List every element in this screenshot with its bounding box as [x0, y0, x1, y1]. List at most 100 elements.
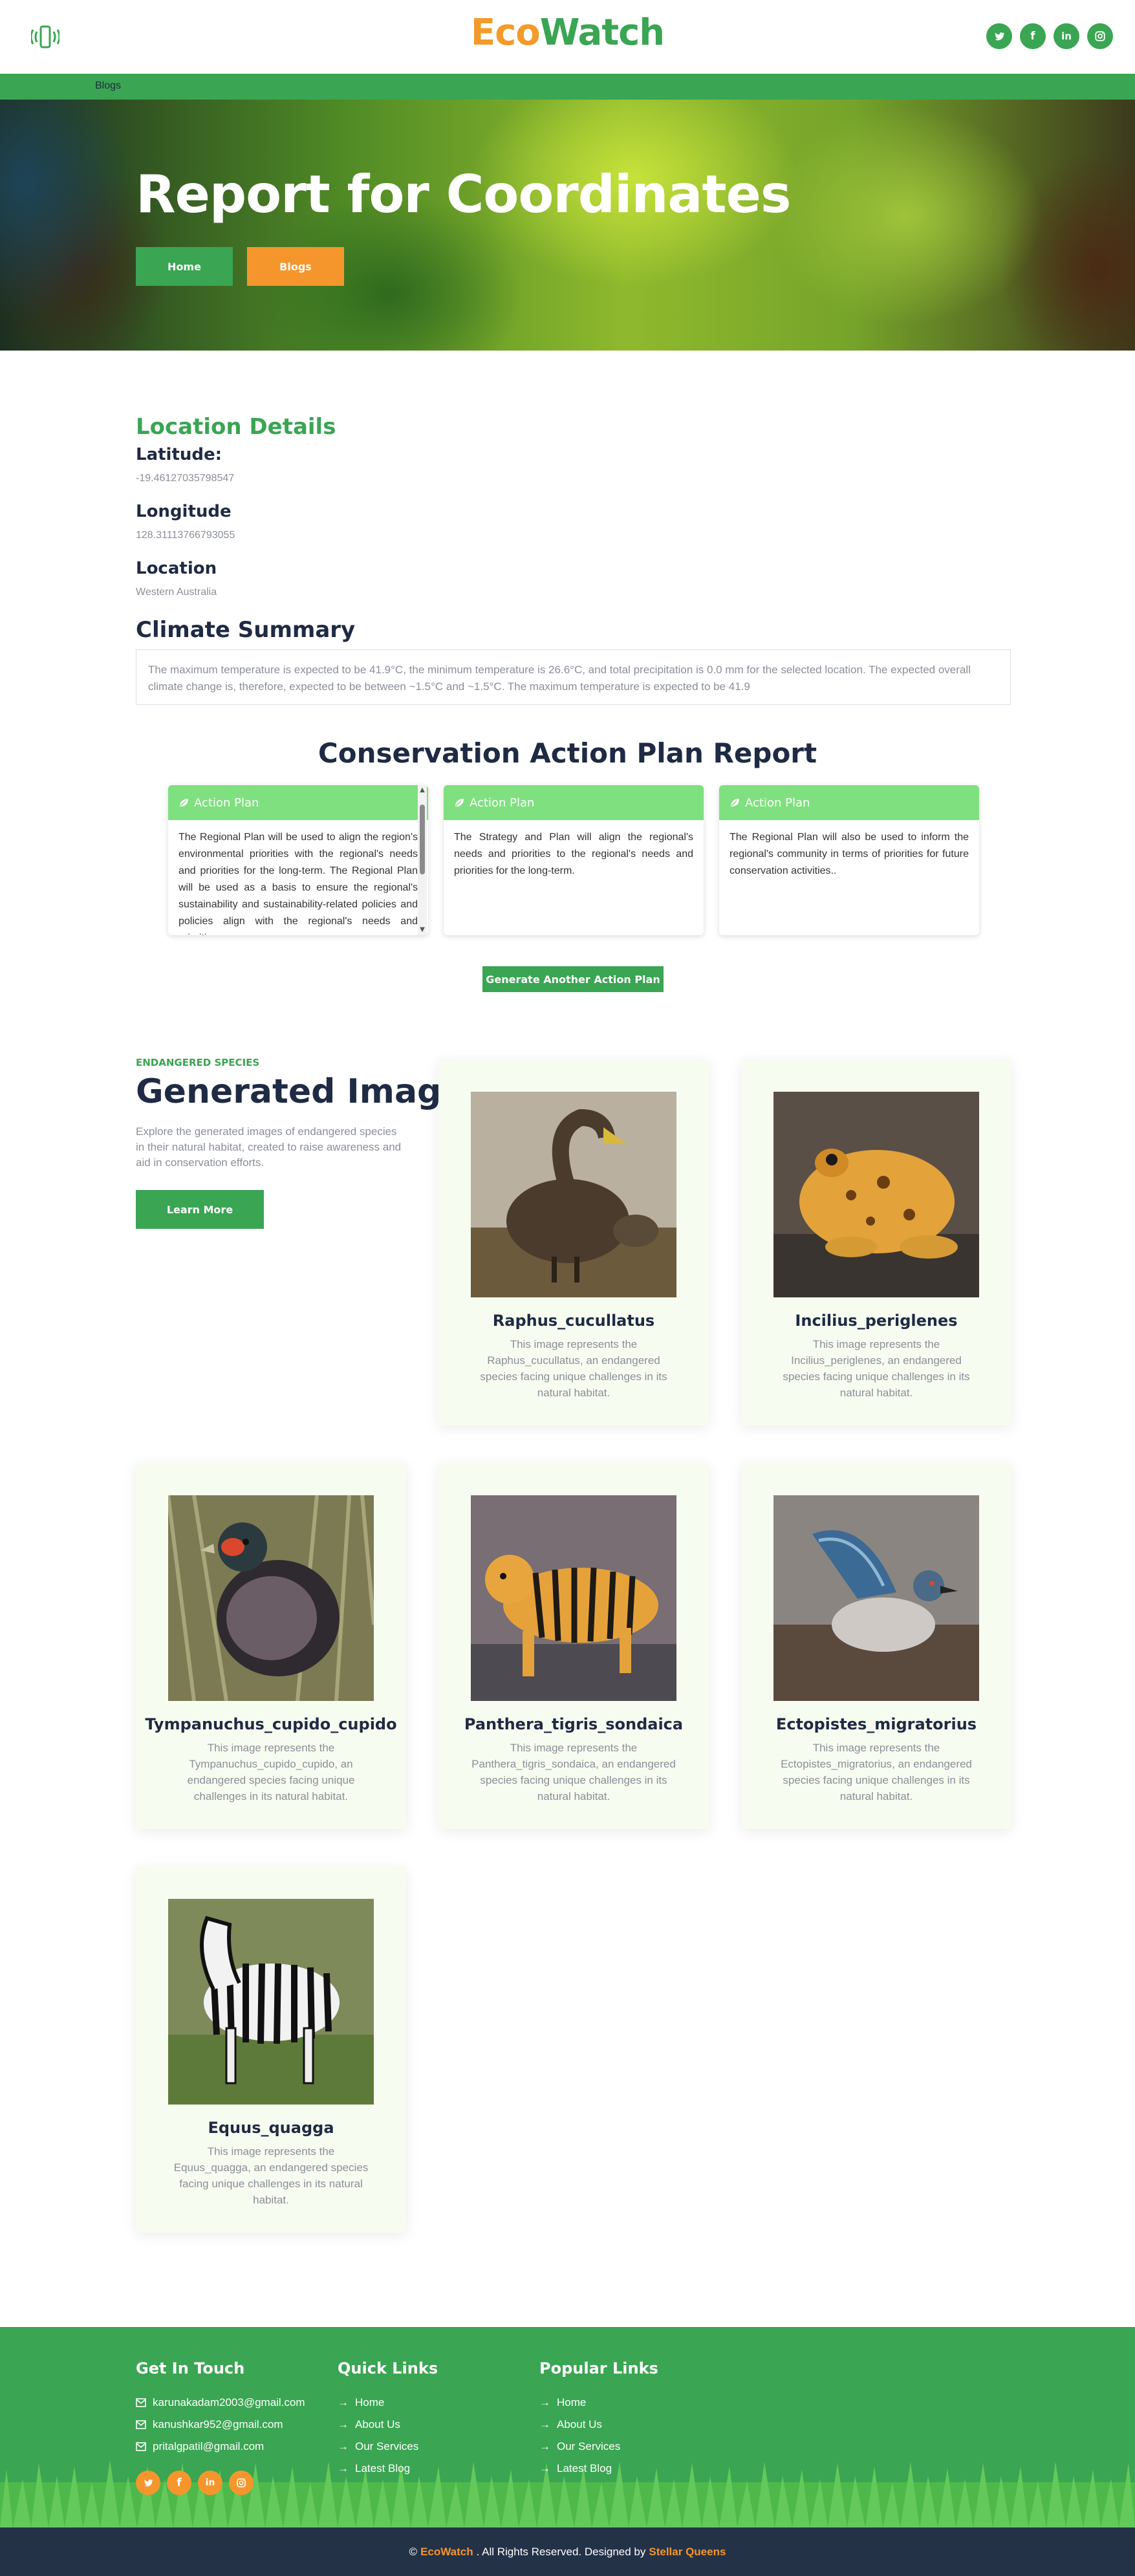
species-image [773, 1495, 979, 1701]
longitude-label: Longitude [136, 502, 232, 521]
action-plan-card-text: The Regional Plan will be used to align … [178, 832, 418, 935]
action-plan-card-text: The Regional Plan will also be used to i… [730, 832, 969, 876]
hero-banner: Report for Coordinates Home Blogs [0, 100, 1135, 351]
learn-more-button[interactable]: Learn More [136, 1190, 264, 1229]
action-plan-scrollbar[interactable]: ▲ ▼ [418, 785, 427, 935]
species-card: Equus_quagga This image represents the E… [136, 1867, 406, 2233]
species-image [168, 1899, 374, 2105]
species-card: Tympanuchus_cupido_cupido This image rep… [136, 1463, 406, 1829]
species-name: Ectopistes_migratorius [775, 1715, 977, 1733]
generated-images-title: Generated Images [136, 1072, 484, 1111]
species-description: This image represents the Incilius_perig… [783, 1338, 970, 1399]
action-plan-card-header: Action Plan [168, 785, 428, 820]
designer-link[interactable]: Stellar Queens [649, 2546, 726, 2559]
species-description: This image represents the Panthera_tigri… [471, 1742, 676, 1802]
facebook-icon[interactable]: f [167, 2471, 191, 2495]
section-eyebrow: ENDANGERED SPECIES [136, 1057, 260, 1068]
passenger-pigeon-image [773, 1495, 979, 1701]
footer-contact-title: Get In Touch [136, 2359, 245, 2377]
arrow-right-icon: → [539, 2462, 550, 2474]
latitude-value: -19.46127035798547 [136, 473, 235, 484]
envelope-icon [136, 2420, 146, 2429]
arrow-right-icon: → [539, 2418, 550, 2430]
generated-images-description: Explore the generated images of endanger… [136, 1125, 402, 1169]
facebook-icon[interactable]: f [1020, 23, 1046, 49]
species-description: This image represents the Raphus_cuculla… [480, 1338, 667, 1399]
footer-popular-title: Popular Links [539, 2359, 658, 2377]
linkedin-icon[interactable]: in [1054, 23, 1079, 49]
dodo-image [471, 1092, 676, 1297]
twitter-icon[interactable] [136, 2471, 160, 2495]
species-description: This image represents the Tympanuchus_cu… [187, 1742, 355, 1802]
action-plan-card: Action Plan The Strategy and Plan will a… [444, 785, 704, 935]
footer-contact: Get In Touch karunakadam2003@gmail.com k… [136, 2359, 305, 2458]
arrow-right-icon: → [338, 2418, 349, 2430]
footer-link-blog[interactable]: → Latest Blog [338, 2458, 438, 2480]
copyright-brand-link[interactable]: EcoWatch [420, 2546, 473, 2559]
breadcrumb-blogs[interactable]: Blogs [95, 80, 121, 92]
footer-quick-title: Quick Links [338, 2359, 438, 2377]
leaf-icon [731, 799, 739, 806]
footer-link-services[interactable]: → Our Services [338, 2436, 438, 2458]
scroll-down-icon[interactable]: ▼ [419, 926, 426, 933]
instagram-icon[interactable] [1087, 23, 1113, 49]
generate-action-plan-button[interactable]: Generate Another Action Plan [482, 966, 664, 992]
tiger-image [471, 1495, 676, 1701]
action-plan-card-header: Action Plan [444, 785, 704, 820]
action-plan-card-header: Action Plan [719, 785, 979, 820]
copyright-text: . All Rights Reserved. Designed by [476, 2545, 646, 2558]
species-card: Incilius_periglenes This image represent… [741, 1059, 1011, 1425]
arrow-right-icon: → [539, 2396, 550, 2408]
envelope-icon [136, 2442, 146, 2451]
longitude-value: 128.31113766793055 [136, 530, 235, 541]
blogs-button[interactable]: Blogs [247, 247, 344, 286]
copyright-bar: © EcoWatch . All Rights Reserved. Design… [0, 2527, 1135, 2576]
footer-email[interactable]: kanushkar952@gmail.com [136, 2414, 305, 2436]
footer-link-home[interactable]: → Home [338, 2392, 438, 2414]
location-details-title: Location Details [136, 414, 336, 440]
species-image [168, 1495, 374, 1701]
leaf-icon [180, 799, 188, 806]
footer-link-blog[interactable]: → Latest Blog [539, 2458, 658, 2480]
site-footer: Get In Touch karunakadam2003@gmail.com k… [0, 2327, 1135, 2527]
top-header: EcoWatch f in [0, 0, 1135, 74]
footer-email[interactable]: pritalgpatil@gmail.com [136, 2436, 305, 2458]
scrollbar-thumb[interactable] [420, 805, 425, 874]
linkedin-icon[interactable]: in [198, 2471, 222, 2495]
species-name: Tympanuchus_cupido_cupido [145, 1715, 397, 1733]
climate-summary-text: The maximum temperature is expected to b… [136, 649, 1011, 705]
site-logo[interactable]: EcoWatch [0, 12, 1135, 54]
arrow-right-icon: → [338, 2396, 349, 2408]
arrow-right-icon: → [338, 2462, 349, 2474]
footer-link-about[interactable]: → About Us [338, 2414, 438, 2436]
footer-link-about[interactable]: → About Us [539, 2414, 658, 2436]
climate-summary-title: Climate Summary [136, 617, 356, 643]
footer-link-home[interactable]: → Home [539, 2392, 658, 2414]
footer-email[interactable]: karunakadam2003@gmail.com [136, 2392, 305, 2414]
arrow-right-icon: → [539, 2440, 550, 2452]
footer-link-services[interactable]: → Our Services [539, 2436, 658, 2458]
zebra-image [168, 1899, 374, 2105]
footer-social-links: f in [136, 2471, 254, 2495]
location-label: Location [136, 559, 217, 578]
species-image [773, 1092, 979, 1297]
species-description: This image represents the Equus_quagga, … [173, 2145, 369, 2206]
prairie-chicken-image [168, 1495, 374, 1701]
scroll-up-icon[interactable]: ▲ [419, 786, 426, 794]
twitter-icon[interactable] [986, 23, 1012, 49]
species-image [471, 1495, 676, 1701]
instagram-icon[interactable] [229, 2471, 254, 2495]
species-card: Panthera_tigris_sondaica This image repr… [438, 1463, 709, 1829]
latitude-label: Latitude: [136, 445, 222, 464]
arrow-right-icon: → [338, 2440, 349, 2452]
breadcrumb-bar: Blogs [0, 74, 1135, 100]
species-card: Ectopistes_migratorius This image repres… [741, 1463, 1011, 1829]
species-name: Incilius_periglenes [795, 1312, 958, 1330]
envelope-icon [136, 2398, 146, 2407]
action-plan-card: Action Plan The Regional Plan will be us… [168, 785, 428, 935]
home-button[interactable]: Home [136, 247, 233, 286]
page-title: Report for Coordinates [136, 164, 792, 224]
copyright-symbol: © [409, 2545, 418, 2558]
action-plan-card-text: The Strategy and Plan will align the reg… [454, 832, 693, 876]
location-value: Western Australia [136, 587, 217, 598]
